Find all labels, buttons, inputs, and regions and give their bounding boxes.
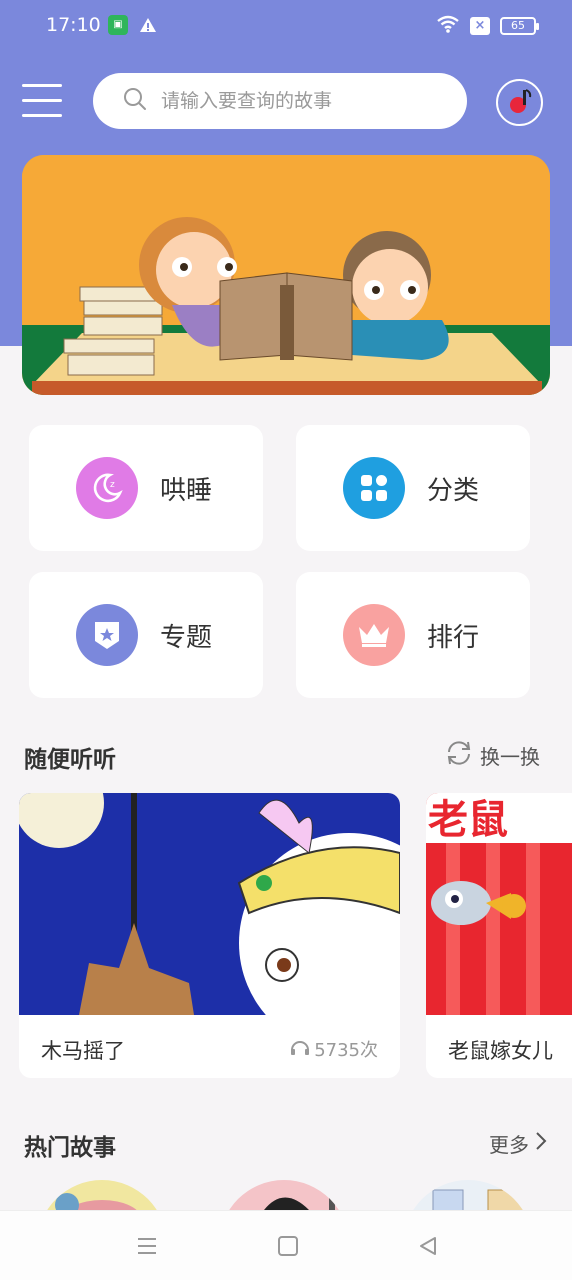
banner-illustration [22,155,550,395]
svg-text:老鼠: 老鼠 [428,797,508,843]
chevron-right-icon [535,1131,547,1156]
banner-carousel[interactable] [22,155,550,395]
feature-ranking[interactable]: 排行 [296,572,530,698]
story-cover-image [19,793,400,1015]
grid-icon [343,457,405,519]
battery-level: 65 [511,19,525,32]
search-bar[interactable] [93,73,467,129]
badge-star-icon [76,604,138,666]
shuffle-label: 换一换 [480,745,540,769]
story-plays: 5735次 [290,1036,378,1062]
square-icon [278,1236,298,1256]
shuffle-button[interactable]: 换一换 [444,740,540,771]
warning-icon [138,15,158,35]
story-card[interactable]: 木马摇了 5735次 [19,793,400,1078]
hot-section-title: 热门故事 [24,1135,116,1161]
crown-icon [343,604,405,666]
feature-topic[interactable]: 专题 [29,572,263,698]
recent-apps-button[interactable] [134,1233,160,1259]
refresh-icon [444,740,474,771]
system-nav-bar [0,1210,572,1280]
music-note-icon [507,87,533,119]
wifi-icon [436,15,460,37]
feature-sleep[interactable]: z 哄睡 [29,425,263,551]
back-triangle-icon [420,1237,436,1255]
music-player-button[interactable] [496,79,543,126]
notification-app-icon: ▣ [108,15,128,35]
feature-topic-label: 专题 [160,622,213,653]
battery-icon: 65 [500,17,539,35]
feature-ranking-label: 排行 [427,622,480,653]
story-cover-image: 老鼠 [426,793,572,1015]
menu-lines-icon [138,1238,156,1254]
search-icon [123,87,147,115]
story-title: 老鼠嫁女儿 [448,1039,553,1063]
back-button[interactable] [415,1233,441,1259]
more-label: 更多 [489,1133,529,1157]
headphones-icon [290,1038,310,1061]
feature-sleep-label: 哄睡 [160,475,213,506]
menu-button[interactable] [22,84,62,120]
home-button[interactable] [275,1233,301,1259]
moon-icon: z [76,457,138,519]
feature-category[interactable]: 分类 [296,425,530,551]
sim-off-icon: × [470,17,490,35]
status-time: 17:10 [46,14,101,36]
story-card[interactable]: 老鼠 老鼠嫁女儿 [426,793,572,1078]
feature-category-label: 分类 [427,475,480,506]
more-button[interactable]: 更多 [489,1129,547,1158]
story-plays-count: 5735次 [314,1040,378,1061]
random-section-title: 随便听听 [24,747,116,773]
story-title: 木马摇了 [41,1039,125,1063]
svg-text:z: z [110,480,115,490]
status-bar: 17:10 ▣ × 65 [0,0,572,52]
search-input[interactable] [161,90,441,112]
